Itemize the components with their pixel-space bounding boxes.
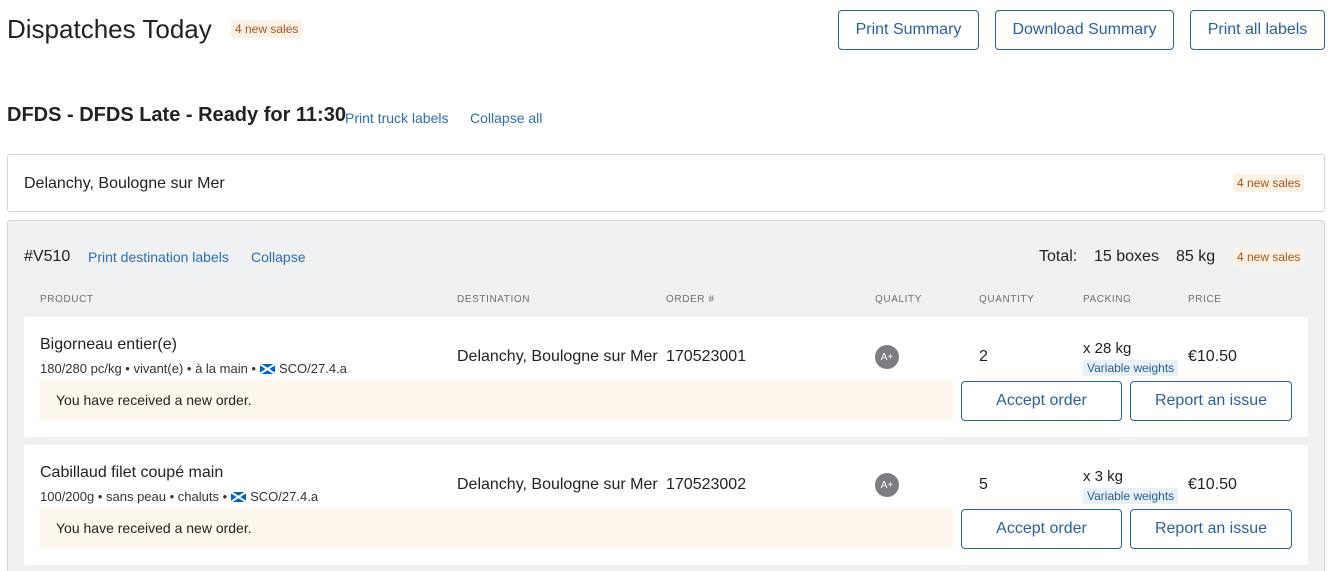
new-sales-badge: 4 new sales <box>231 20 303 38</box>
row-price: €10.50 <box>1188 476 1237 493</box>
column-header-order-number: ORDER # <box>666 294 715 305</box>
accept-order-button[interactable]: Accept order <box>961 509 1122 549</box>
destination-name: Delanchy, Boulogne sur Mer <box>24 175 225 192</box>
dispatch-group-title: DFDS - DFDS Late - Ready for 11:30 <box>7 104 346 126</box>
column-header-destination: DESTINATION <box>457 294 531 305</box>
row-price: €10.50 <box>1188 348 1237 365</box>
report-issue-button[interactable]: Report an issue <box>1130 381 1292 421</box>
row-order-number: 170523002 <box>666 476 747 493</box>
product-origin: SCO/27.4.a <box>250 489 319 504</box>
row-packing: x 28 kg <box>1083 340 1132 357</box>
page-title: Dispatches Today <box>7 14 212 44</box>
product-specs: 100/200g • sans peau • chaluts • <box>40 489 228 504</box>
quality-grade-badge: A+ <box>875 345 899 369</box>
collapse-all-link[interactable]: Collapse all <box>470 110 542 126</box>
product-meta: 100/200g • sans peau • chaluts • SCO/27.… <box>40 489 318 504</box>
scotland-flag-icon <box>231 491 247 502</box>
total-weight: 85 kg <box>1176 248 1216 265</box>
row-order-number: 170523001 <box>666 348 747 365</box>
variable-weights-badge: Variable weights <box>1083 360 1179 376</box>
row-quantity: 2 <box>979 348 988 365</box>
column-header-packing: PACKING <box>1083 294 1132 305</box>
row-packing: x 3 kg <box>1083 468 1124 485</box>
product-specs: 180/280 pc/kg • vivant(e) • à la main • <box>40 361 256 376</box>
column-header-quantity: QUANTITY <box>979 294 1035 305</box>
variable-weights-badge: Variable weights <box>1083 488 1179 504</box>
order-new-sales-badge: 4 new sales <box>1233 248 1305 266</box>
download-summary-button[interactable]: Download Summary <box>995 10 1174 50</box>
total-boxes: 15 boxes <box>1094 248 1159 265</box>
column-header-price: PRICE <box>1188 294 1222 305</box>
row-quantity: 5 <box>979 476 988 493</box>
destination-new-sales-badge: 4 new sales <box>1233 174 1305 192</box>
print-summary-button[interactable]: Print Summary <box>838 10 979 50</box>
row-destination: Delanchy, Boulogne sur Mer <box>457 476 658 493</box>
column-header-quality: QUALITY <box>875 294 922 305</box>
row-destination: Delanchy, Boulogne sur Mer <box>457 348 658 365</box>
order-id: #V510 <box>24 248 71 265</box>
new-order-notice: You have received a new order. <box>40 380 953 420</box>
product-name: Bigorneau entier(e) <box>40 336 177 353</box>
product-meta: 180/280 pc/kg • vivant(e) • à la main • … <box>40 361 347 376</box>
product-name: Cabillaud filet coupé main <box>40 464 224 481</box>
total-label: Total: <box>1039 248 1078 265</box>
collapse-link[interactable]: Collapse <box>251 249 305 265</box>
print-truck-labels-link[interactable]: Print truck labels <box>345 110 448 126</box>
new-order-notice: You have received a new order. <box>40 508 953 548</box>
quality-grade-badge: A+ <box>875 473 899 497</box>
accept-order-button[interactable]: Accept order <box>961 381 1122 421</box>
product-origin: SCO/27.4.a <box>279 361 347 376</box>
print-all-labels-button[interactable]: Print all labels <box>1190 10 1325 50</box>
scotland-flag-icon <box>260 363 275 374</box>
column-header-product: PRODUCT <box>40 294 94 305</box>
print-destination-labels-link[interactable]: Print destination labels <box>88 249 229 265</box>
report-issue-button[interactable]: Report an issue <box>1130 509 1292 549</box>
